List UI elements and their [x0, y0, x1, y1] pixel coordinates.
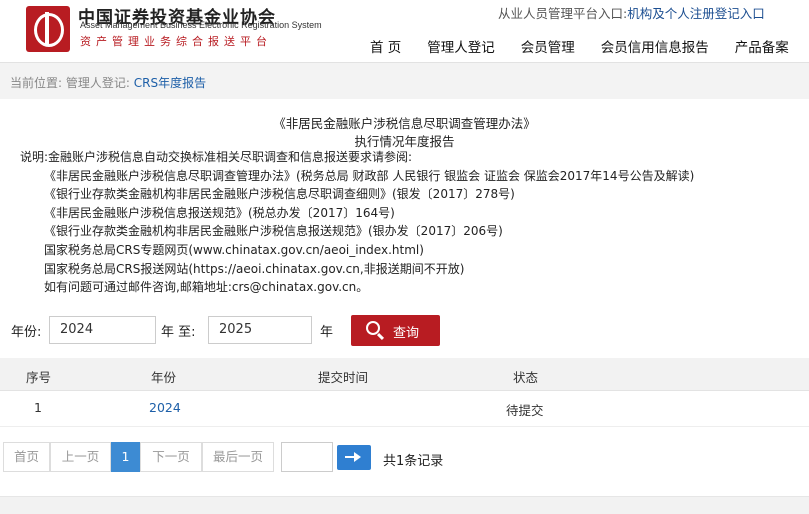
page-footer — [0, 496, 809, 514]
col-year: 年份 — [151, 370, 177, 385]
association-logo-icon[interactable] — [26, 6, 70, 52]
breadcrumb-parent[interactable]: 管理人登记: — [66, 76, 130, 90]
col-index: 序号 — [26, 370, 52, 385]
table-header: 序号 年份 提交时间 状态 — [0, 358, 809, 391]
note-link-crs-site: 国家税务总局CRS报送网站(https://aeoi.chinatax.gov.… — [44, 261, 465, 276]
col-status: 状态 — [513, 370, 539, 385]
platform-name: 资产管理业务综合报送平台 — [80, 35, 272, 48]
col-submit-time: 提交时间 — [318, 370, 369, 385]
query-button-label: 查询 — [393, 326, 420, 341]
note-item: 《银行业存款类金融机构非居民金融账户涉税信息尽职调查细则》(银发〔2017〕27… — [44, 187, 515, 202]
note-link-crs-page: 国家税务总局CRS专题网页(www.chinatax.gov.cn/aeoi_i… — [44, 242, 424, 257]
note-item: 《非居民金融账户涉税信息尽职调查管理办法》(税务总局 财政部 人民银行 银监会 … — [44, 168, 695, 183]
note-intro: 说明:金融账户涉税信息自动交换标准相关尽职调查和信息报送要求请参阅: — [20, 150, 413, 164]
instructions: 说明:金融账户涉税信息自动交换标准相关尽职调查和信息报送要求请参阅: 《非居民金… — [20, 148, 694, 297]
nav-home[interactable]: 首 页 — [370, 36, 401, 56]
total-records: 共1条记录 — [383, 454, 444, 469]
page-jump-input[interactable] — [281, 442, 333, 472]
year-end-label: 年 — [320, 325, 334, 340]
nav-product-filing[interactable]: 产品备案 — [735, 36, 789, 56]
year-label: 年份: — [11, 325, 42, 340]
page-jump-button[interactable] — [337, 445, 371, 470]
note-item: 《非居民金融账户涉税信息报送规范》(税总办发〔2017〕164号) — [44, 205, 395, 220]
portal-prefix: 从业人员管理平台入口: — [498, 6, 628, 21]
breadcrumb: 当前位置: 管理人登记: CRS年度报告 — [0, 62, 809, 99]
breadcrumb-prefix: 当前位置: — [10, 76, 63, 90]
registration-portal-link[interactable]: 机构及个人注册登记入口 — [627, 6, 765, 21]
org-name-en: Asset Management Business Electronic Reg… — [80, 20, 322, 30]
main-nav: 首 页 管理人登记 会员管理 会员信用信息报告 产品备案 — [360, 36, 809, 56]
report-title-line1: 《非居民金融账户涉税信息尽职调查管理办法》 — [273, 116, 536, 131]
note-contact-email: 如有问题可通过邮件咨询,邮箱地址:crs@chinatax.gov.cn。 — [44, 280, 369, 295]
nav-credit-report[interactable]: 会员信用信息报告 — [601, 36, 709, 56]
query-button[interactable]: 查询 — [351, 315, 440, 346]
breadcrumb-current: CRS年度报告 — [133, 76, 207, 90]
cell-year-link[interactable]: 2024 — [149, 400, 181, 415]
site-header: 中国证券投资基金业协会 Asset Management Business El… — [0, 0, 809, 62]
page-next-button[interactable]: 下一页 — [140, 442, 202, 472]
table-row: 1 2024 待提交 — [0, 390, 809, 427]
page-prev-button[interactable]: 上一页 — [50, 442, 111, 472]
page-first-button[interactable]: 首页 — [3, 442, 50, 472]
year-from-input[interactable]: 2024 — [49, 316, 156, 344]
cell-status: 待提交 — [506, 403, 544, 418]
page-current[interactable]: 1 — [111, 442, 140, 472]
year-to-label: 年 至: — [161, 325, 196, 340]
cell-index: 1 — [34, 400, 42, 415]
nav-manager-registration[interactable]: 管理人登记 — [427, 36, 495, 56]
portal-entry: 从业人员管理平台入口:机构及个人注册登记入口 — [498, 3, 765, 22]
page-last-button[interactable]: 最后一页 — [202, 442, 274, 472]
note-item: 《银行业存款类金融机构非居民金融账户涉税信息报送规范》(银办发〔2017〕206… — [44, 224, 503, 239]
year-to-input[interactable]: 2025 — [208, 316, 312, 344]
nav-member-management[interactable]: 会员管理 — [521, 36, 575, 56]
